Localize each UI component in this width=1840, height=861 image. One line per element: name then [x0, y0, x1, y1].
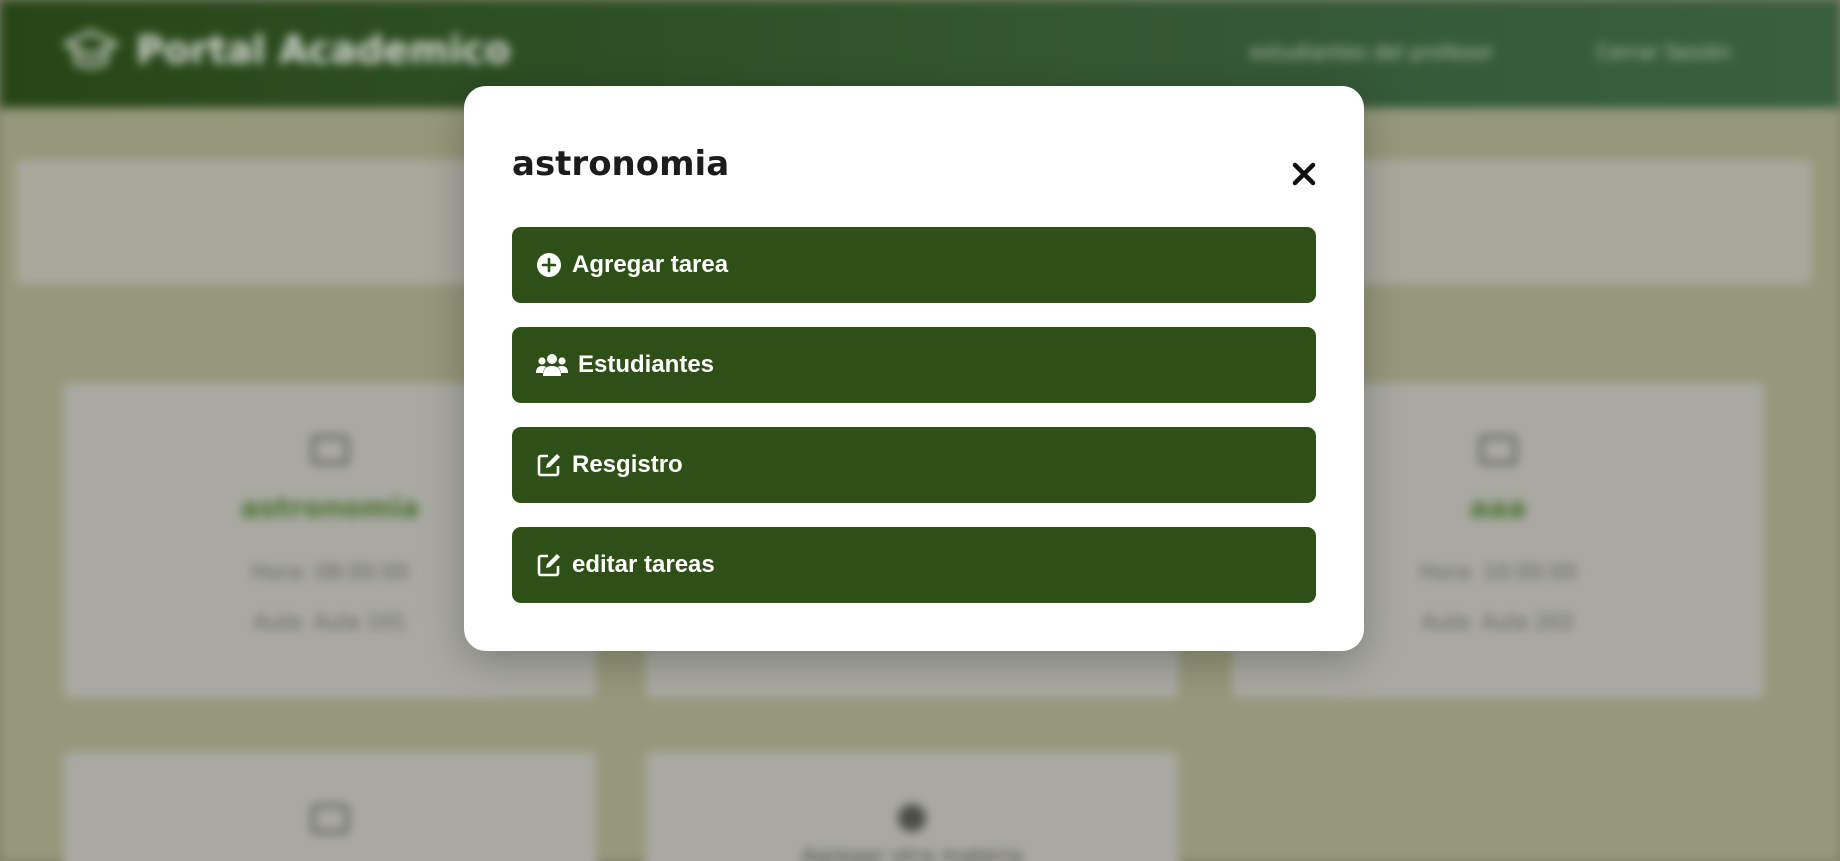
modal-title: astronomia [512, 144, 730, 184]
edit-icon [536, 552, 562, 578]
register-label: Resgistro [572, 451, 683, 478]
register-button[interactable]: Resgistro [512, 427, 1316, 503]
users-icon [536, 352, 568, 378]
plus-circle-icon [536, 252, 562, 278]
students-button[interactable]: Estudiantes [512, 327, 1316, 403]
close-button[interactable] [1284, 154, 1324, 194]
edit-tasks-button[interactable]: editar tareas [512, 527, 1316, 603]
subject-options-modal: astronomia Agregar tarea Estudiantes Res… [464, 86, 1364, 651]
students-label: Estudiantes [578, 351, 715, 378]
close-icon [1292, 162, 1316, 186]
edit-icon [536, 452, 562, 478]
add-task-button[interactable]: Agregar tarea [512, 227, 1316, 303]
edit-tasks-label: editar tareas [572, 551, 715, 578]
add-task-label: Agregar tarea [572, 251, 729, 278]
